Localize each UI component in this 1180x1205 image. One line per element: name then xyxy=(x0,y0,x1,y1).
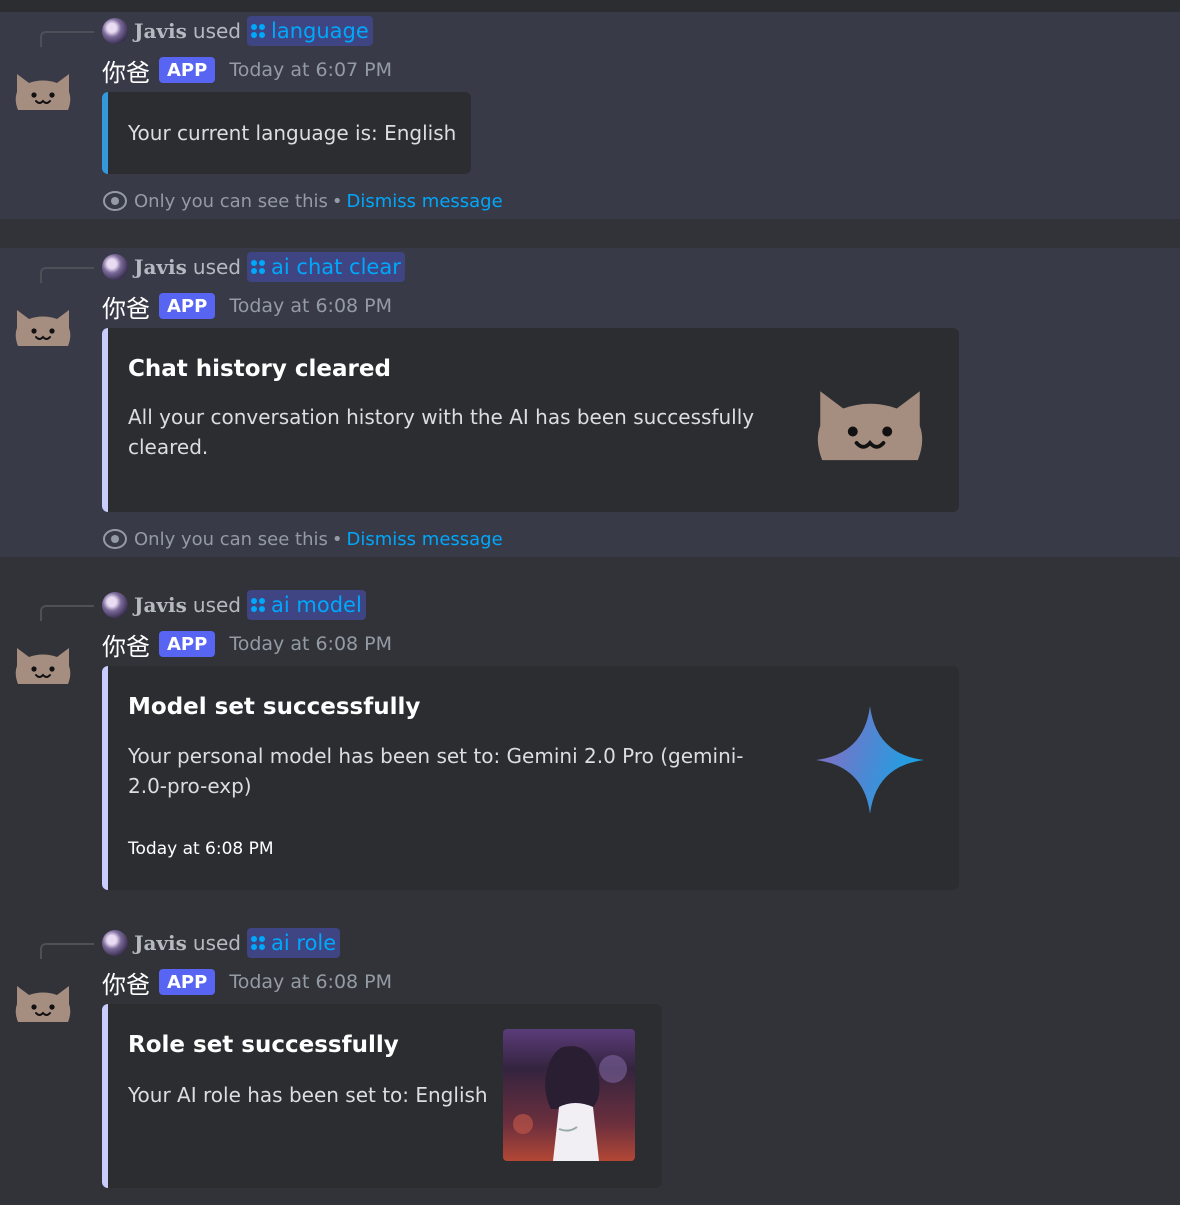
slash-command-icon xyxy=(251,260,266,274)
embed: Your current language is: English xyxy=(102,92,471,174)
command-reference: Javis used language xyxy=(102,16,373,46)
user-avatar[interactable] xyxy=(102,18,128,44)
embed-title: Model set successfully xyxy=(128,694,421,720)
bot-avatar-cat-icon[interactable] xyxy=(14,302,72,348)
ref-used-label: used xyxy=(192,255,242,279)
user-avatar[interactable] xyxy=(102,592,128,618)
app-badge: APP xyxy=(159,969,216,995)
bot-name[interactable]: 你爸 xyxy=(102,53,150,88)
embed: Chat history cleared All your conversati… xyxy=(102,328,959,512)
slash-command-icon xyxy=(251,598,266,612)
embed-description: Your current language is: English xyxy=(128,121,457,145)
message-header: 你爸 APP Today at 6:07 PM xyxy=(102,53,392,88)
bot-avatar-cat-icon[interactable] xyxy=(14,66,72,112)
app-badge: APP xyxy=(159,631,216,657)
command-name: ai role xyxy=(271,931,337,955)
reply-line xyxy=(40,943,94,959)
app-badge: APP xyxy=(159,293,216,319)
command-reference: Javis used ai model xyxy=(102,590,366,620)
eye-icon xyxy=(103,191,127,211)
bot-name[interactable]: 你爸 xyxy=(102,965,150,1000)
dismiss-message-link[interactable]: Dismiss message xyxy=(347,529,503,550)
embed-title: Role set successfully xyxy=(128,1032,399,1058)
separator: • xyxy=(331,528,343,550)
ephemeral-note: Only you can see this • Dismiss message xyxy=(102,187,503,215)
anime-girl-image xyxy=(513,1046,627,1161)
bot-name[interactable]: 你爸 xyxy=(102,627,150,662)
timestamp[interactable]: Today at 6:08 PM xyxy=(229,971,392,993)
embed-description: Your personal model has been set to: Gem… xyxy=(128,744,744,798)
ref-used-label: used xyxy=(192,931,242,955)
ref-username[interactable]: Javis xyxy=(134,931,187,955)
message-header: 你爸 APP Today at 6:08 PM xyxy=(102,289,392,324)
only-you-text: Only you can see this xyxy=(134,190,328,212)
command-name: language xyxy=(271,19,369,43)
message-header: 你爸 APP Today at 6:08 PM xyxy=(102,965,392,1000)
embed-description: All your conversation history with the A… xyxy=(128,405,755,459)
embed: Model set successfully Your personal mod… xyxy=(102,666,959,890)
bot-avatar-cat-icon[interactable] xyxy=(14,640,72,686)
separator: • xyxy=(331,190,343,212)
message-ai-model: Javis used ai model 你爸 APP Today at 6:08… xyxy=(0,586,1180,896)
embed: Role set successfully Your AI role has b… xyxy=(102,1004,662,1188)
eye-icon xyxy=(103,529,127,549)
only-you-text: Only you can see this xyxy=(134,528,328,550)
command-name: ai chat clear xyxy=(271,255,401,279)
embed-description: Your AI role has been set to: English xyxy=(128,1083,488,1107)
command-link[interactable]: ai role xyxy=(247,928,341,958)
user-avatar[interactable] xyxy=(102,930,128,956)
timestamp[interactable]: Today at 6:07 PM xyxy=(229,59,392,81)
top-strip xyxy=(0,0,1180,12)
message-ai-role: Javis used ai role 你爸 APP Today at 6:08 … xyxy=(0,924,1180,1205)
reply-line xyxy=(40,31,94,47)
reply-line xyxy=(40,267,94,283)
user-avatar[interactable] xyxy=(102,254,128,280)
bot-avatar-cat-icon[interactable] xyxy=(14,978,72,1024)
command-link[interactable]: language xyxy=(247,16,373,46)
ref-used-label: used xyxy=(192,19,242,43)
command-link[interactable]: ai chat clear xyxy=(247,252,405,282)
embed-footer-timestamp: Today at 6:08 PM xyxy=(128,839,274,859)
anime-girl-thumbnail[interactable] xyxy=(503,1029,635,1161)
cat-face-thumbnail-icon[interactable] xyxy=(814,376,926,464)
bot-name[interactable]: 你爸 xyxy=(102,289,150,324)
dismiss-message-link[interactable]: Dismiss message xyxy=(347,191,503,212)
message-language: Javis used language 你爸 APP Today at 6:07… xyxy=(0,12,1180,219)
app-badge: APP xyxy=(159,57,216,83)
slash-command-icon xyxy=(251,936,266,950)
timestamp[interactable]: Today at 6:08 PM xyxy=(229,633,392,655)
command-reference: Javis used ai chat clear xyxy=(102,252,405,282)
ref-username[interactable]: Javis xyxy=(134,19,187,43)
message-header: 你爸 APP Today at 6:08 PM xyxy=(102,627,392,662)
command-name: ai model xyxy=(271,593,362,617)
message-chat-clear: Javis used ai chat clear 你爸 APP Today at… xyxy=(0,248,1180,557)
embed-title: Chat history cleared xyxy=(128,356,391,382)
ref-used-label: used xyxy=(192,593,242,617)
ref-username[interactable]: Javis xyxy=(134,593,187,617)
reply-line xyxy=(40,605,94,621)
timestamp[interactable]: Today at 6:08 PM xyxy=(229,295,392,317)
slash-command-icon xyxy=(251,24,266,38)
gemini-sparkle-icon[interactable] xyxy=(814,704,926,816)
ref-username[interactable]: Javis xyxy=(134,255,187,279)
ephemeral-note: Only you can see this • Dismiss message xyxy=(102,525,503,553)
command-reference: Javis used ai role xyxy=(102,928,341,958)
command-link[interactable]: ai model xyxy=(247,590,366,620)
